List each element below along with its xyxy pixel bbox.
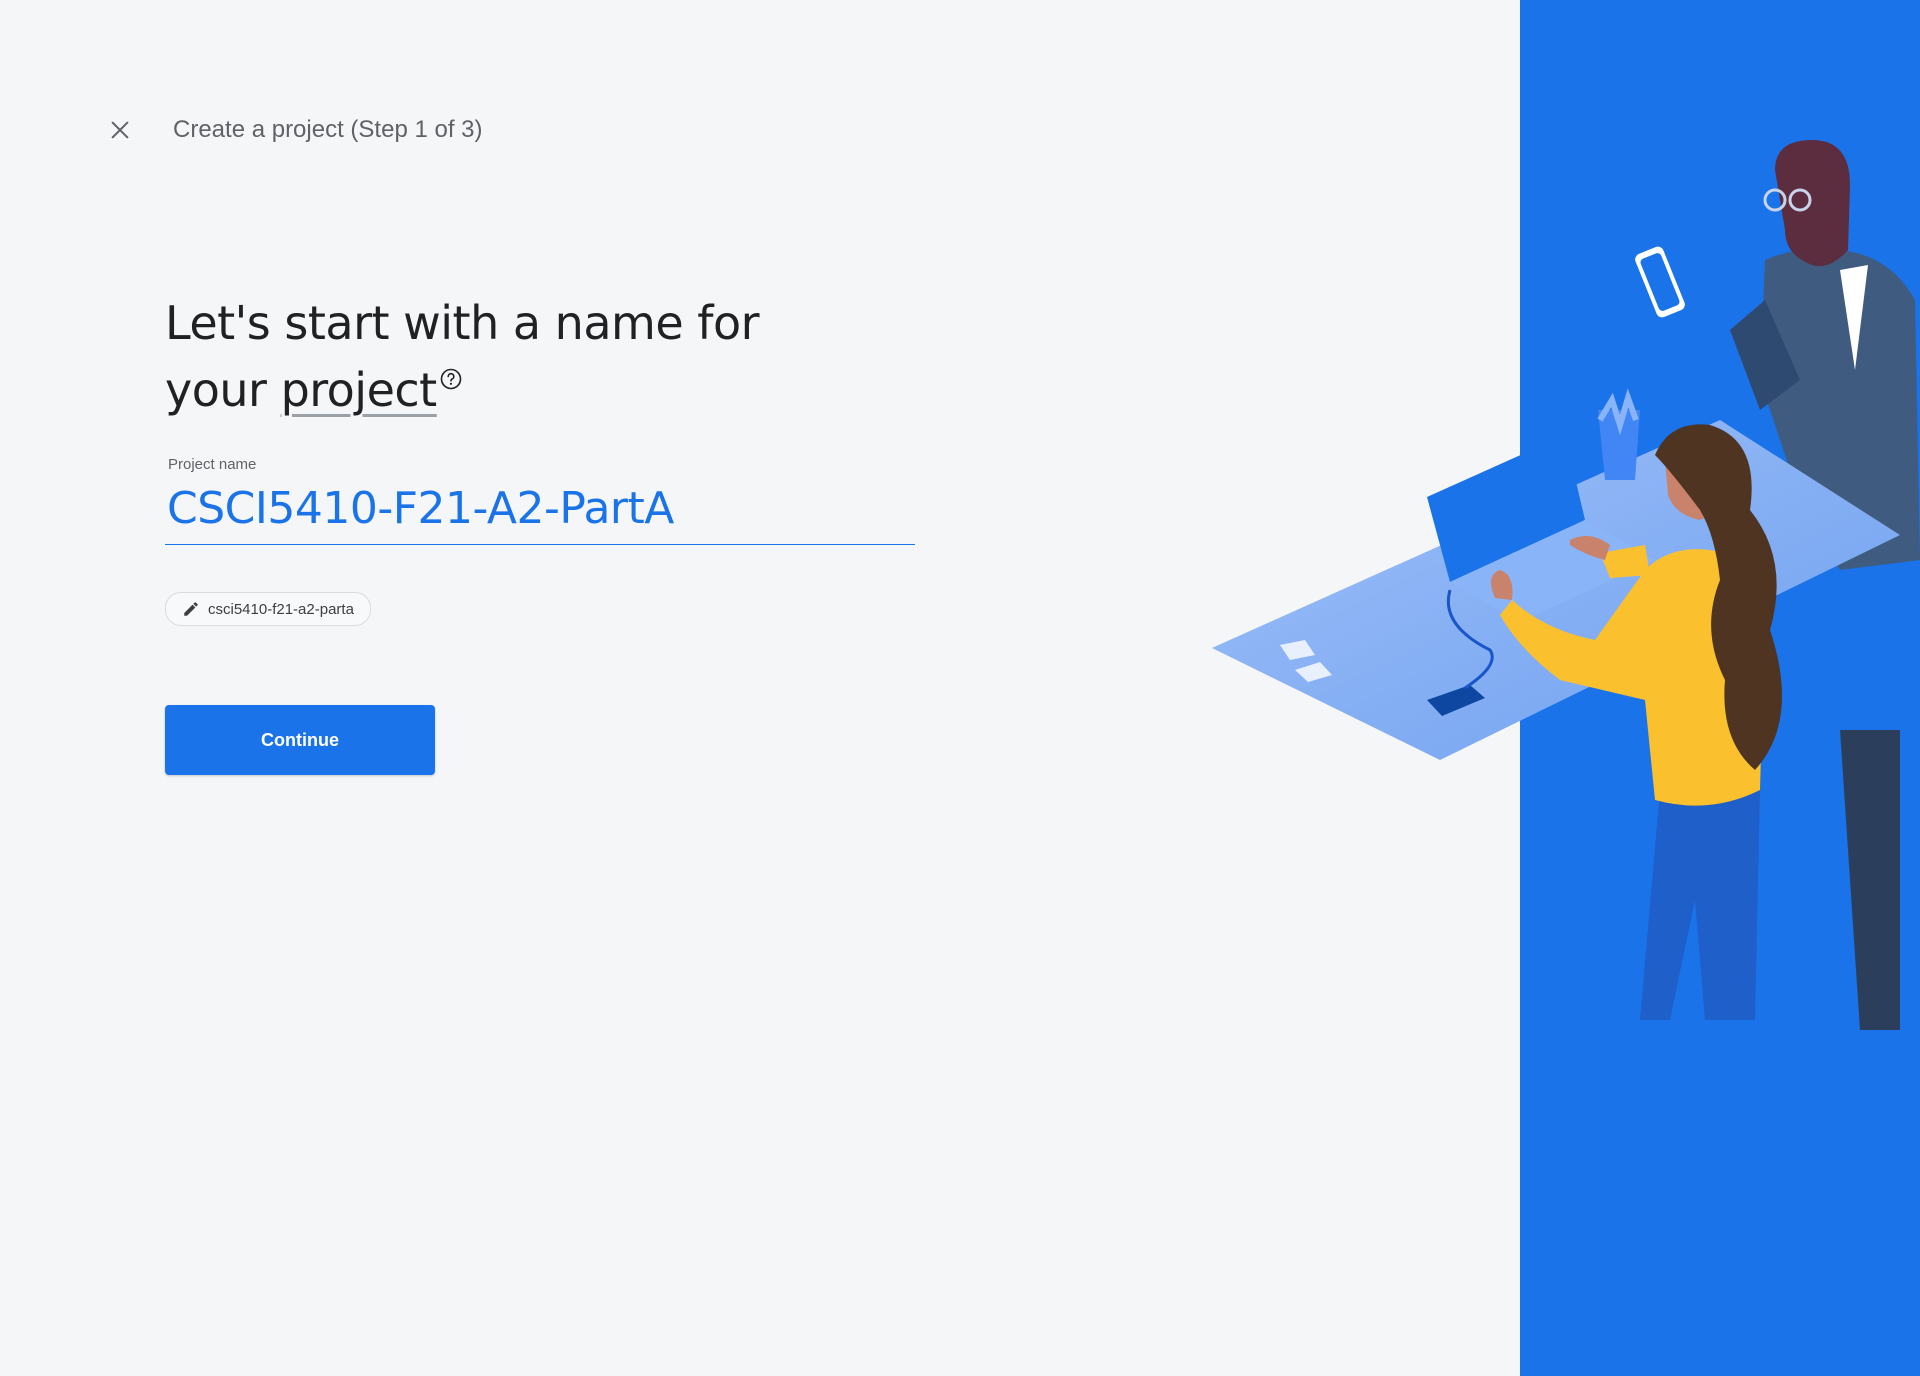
project-name-input[interactable] (165, 473, 915, 545)
page-heading: Let's start with a name for your project (165, 290, 865, 424)
step-title: Create a project (Step 1 of 3) (173, 116, 483, 143)
dialog-header: Create a project (Step 1 of 3) (108, 106, 483, 154)
heading-line-2-prefix: your (165, 363, 267, 417)
close-icon (111, 121, 129, 139)
project-name-label: Project name (168, 456, 257, 473)
project-id-chip[interactable]: csci5410-f21-a2-parta (165, 592, 371, 626)
continue-button[interactable]: Continue (165, 705, 435, 775)
project-name-field: Project name (165, 456, 915, 545)
pencil-icon (184, 602, 198, 616)
close-button[interactable] (108, 118, 132, 142)
help-icon[interactable] (439, 367, 463, 391)
heading-line-1: Let's start with a name for (165, 296, 760, 350)
project-definition-link[interactable]: project (281, 363, 438, 417)
illustration (1212, 0, 1920, 1376)
project-id-text: csci5410-f21-a2-parta (208, 600, 354, 618)
